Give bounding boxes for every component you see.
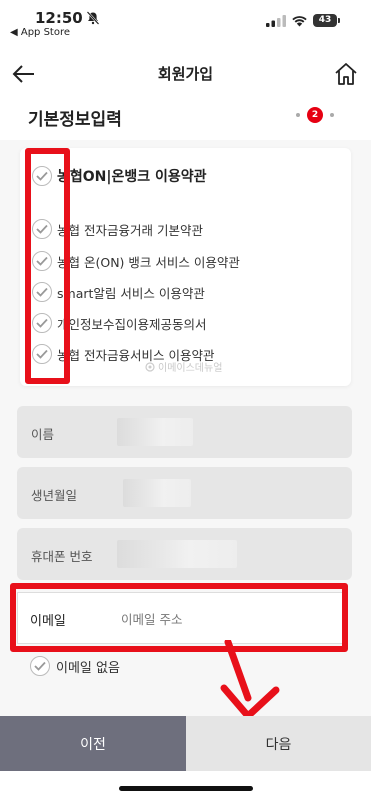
terms-card: 농협ON|온뱅크 이용약관 농협 전자금융거래 기본약관 농협 온(ON) 뱅크… — [20, 148, 351, 386]
home-indicator — [119, 786, 253, 791]
checkbox-icon[interactable] — [32, 344, 52, 364]
prev-button[interactable]: 이전 — [0, 716, 186, 771]
step-dot — [330, 113, 334, 117]
term-item[interactable]: smart알림 서비스 이용약관 — [32, 282, 205, 302]
term-item[interactable]: 개인정보수집이용제공동의서 — [32, 313, 207, 333]
battery-tip — [338, 18, 340, 23]
blurred-value — [117, 540, 237, 568]
no-email-option[interactable]: 이메일 없음 — [30, 656, 120, 676]
checkbox-icon[interactable] — [32, 251, 52, 271]
app-header: 회원가입 — [0, 44, 371, 104]
section-title: 기본정보입력 — [28, 110, 122, 130]
back-to-app-store-link[interactable]: ◀ App Store — [10, 27, 70, 38]
step-indicator: 2 — [296, 105, 334, 125]
term-label: 농협ON|온뱅크 이용약관 — [57, 169, 207, 185]
email-field[interactable]: 이메일 — [17, 592, 348, 644]
birth-label: 생년월일 — [31, 488, 78, 503]
term-label: smart알림 서비스 이용약관 — [57, 285, 205, 301]
phone-label: 휴대폰 번호 — [31, 549, 93, 564]
section-heading: 기본정보입력 2 — [0, 100, 371, 140]
battery-indicator: 43 — [313, 14, 337, 27]
next-button[interactable]: 다음 — [186, 716, 371, 771]
current-step-badge: 2 — [307, 107, 323, 123]
phone-field[interactable]: 휴대폰 번호 — [17, 528, 352, 580]
status-bar: 12:50 ◀ App Store 43 — [0, 0, 371, 44]
checkbox-icon[interactable] — [32, 313, 52, 333]
blurred-value — [123, 479, 191, 507]
status-time: 12:50 — [35, 9, 83, 27]
watermark-logo-icon — [145, 361, 155, 372]
term-label: 농협 온(ON) 뱅크 서비스 이용약관 — [57, 254, 240, 270]
name-field[interactable]: 이름 — [17, 406, 352, 458]
blurred-value — [117, 418, 193, 446]
checkbox-icon[interactable] — [30, 656, 50, 676]
step-dot — [296, 113, 300, 117]
term-main[interactable]: 농협ON|온뱅크 이용약관 — [32, 166, 207, 186]
email-label: 이메일 — [30, 614, 66, 629]
name-label: 이름 — [31, 427, 55, 442]
bell-muted-icon — [86, 11, 100, 25]
watermark: 이메이스데뉴얼 — [145, 359, 222, 374]
term-label: 개인정보수집이용제공동의서 — [57, 316, 207, 332]
checkbox-icon[interactable] — [32, 166, 52, 186]
page-title: 회원가입 — [157, 65, 214, 83]
birth-field[interactable]: 생년월일 — [17, 467, 352, 519]
no-email-label: 이메일 없음 — [56, 660, 120, 676]
wifi-icon — [292, 16, 307, 27]
checkbox-icon[interactable] — [32, 219, 52, 239]
cellular-signal-icon — [266, 15, 286, 27]
watermark-text: 이메이스데뉴얼 — [158, 363, 223, 374]
term-item[interactable]: 농협 온(ON) 뱅크 서비스 이용약관 — [32, 251, 240, 271]
home-icon[interactable] — [333, 61, 359, 87]
term-label: 농협 전자금융거래 기본약관 — [57, 222, 203, 238]
checkbox-icon[interactable] — [32, 282, 52, 302]
email-input[interactable] — [121, 607, 331, 631]
term-item[interactable]: 농협 전자금융거래 기본약관 — [32, 219, 203, 239]
